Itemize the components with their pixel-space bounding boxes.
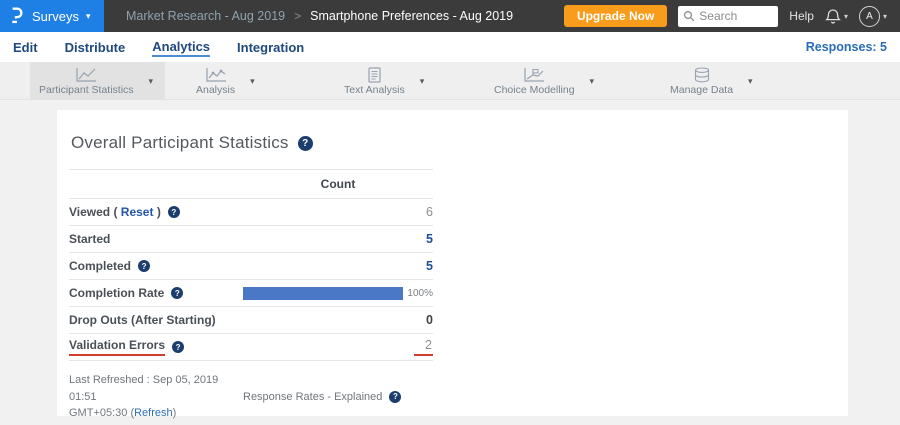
nav-item-analytics[interactable]: Analytics	[152, 38, 210, 57]
tab-label: Choice Modelling	[494, 84, 575, 96]
response-rates-label: Response Rates - Explained	[243, 389, 382, 406]
breadcrumb-parent[interactable]: Market Research - Aug 2019	[126, 9, 285, 23]
help-icon[interactable]: ?	[138, 260, 150, 272]
surveys-menu[interactable]: Surveys ▾	[0, 0, 104, 32]
search-icon	[683, 10, 695, 22]
tab-label: Participant Statistics	[39, 84, 134, 96]
search-input[interactable]	[699, 9, 771, 23]
top-bar: Surveys ▾ Market Research - Aug 2019 > S…	[0, 0, 900, 32]
card-footer: Last Refreshed : Sep 05, 2019 01:51 GMT+…	[69, 372, 836, 422]
database-icon	[692, 67, 712, 83]
row-label: Started	[69, 232, 110, 246]
table-row-drop-outs: Drop Outs (After Starting) 0	[69, 307, 433, 334]
chevron-down-icon[interactable]: ▾	[149, 76, 154, 87]
row-value: 6	[243, 205, 433, 219]
row-label: Completed	[69, 259, 131, 273]
table-row-completion-rate: Completion Rate ? 100%	[69, 280, 433, 307]
avatar: A	[859, 6, 880, 27]
tab-label: Analysis	[196, 84, 235, 96]
help-icon[interactable]: ?	[168, 206, 180, 218]
last-refreshed: Last Refreshed : Sep 05, 2019 01:51 GMT+…	[69, 372, 243, 422]
table-row-viewed: Viewed ( Reset ) ? 6	[69, 199, 433, 226]
row-label: Viewed ( Reset )	[69, 205, 161, 219]
help-icon[interactable]: ?	[171, 287, 183, 299]
participant-statistics-card: Overall Participant Statistics ? Count V…	[57, 110, 848, 416]
chevron-down-icon: ▾	[883, 12, 887, 21]
document-icon	[362, 67, 386, 83]
help-icon[interactable]: ?	[298, 136, 313, 151]
row-value-annotated: 2	[414, 338, 433, 356]
refresh-link[interactable]: Refresh	[134, 407, 173, 419]
tab-participant-statistics[interactable]: Participant Statistics ▾	[30, 62, 165, 100]
nav-item-integration[interactable]: Integration	[237, 39, 304, 55]
completion-rate-bar	[243, 287, 403, 300]
bell-icon	[825, 8, 841, 25]
chevron-down-icon: ▾	[844, 12, 848, 21]
account-menu[interactable]: A ▾	[859, 6, 887, 27]
topbar-actions: Upgrade Now Help ▾ A ▾	[564, 5, 900, 27]
brand-logo-icon	[9, 6, 25, 26]
chevron-down-icon[interactable]: ▾	[748, 76, 753, 87]
row-value: 5	[243, 259, 433, 273]
survey-nav: Edit Distribute Analytics Integration Re…	[0, 32, 900, 62]
card-title-row: Overall Participant Statistics ?	[69, 110, 836, 169]
tab-analysis[interactable]: Analysis ▾	[187, 62, 305, 100]
table-row-validation-errors: Validation Errors ? 2	[69, 334, 433, 361]
response-rates-explained: Response Rates - Explained ?	[243, 372, 401, 422]
tab-choice-modelling[interactable]: Choice Modelling ▾	[485, 62, 623, 100]
statistics-table: Count Viewed ( Reset ) ? 6 Started 5 Com…	[69, 169, 433, 361]
table-row-started: Started 5	[69, 226, 433, 253]
page-title: Overall Participant Statistics	[71, 133, 289, 153]
tab-text-analysis[interactable]: Text Analysis ▾	[335, 62, 453, 100]
table-row-completed: Completed ? 5	[69, 253, 433, 280]
row-label: Drop Outs (After Starting)	[69, 313, 216, 327]
chevron-down-icon[interactable]: ▾	[250, 76, 255, 87]
trend-chart-icon	[204, 67, 228, 83]
row-value: 0	[243, 313, 433, 327]
tab-label: Text Analysis	[344, 84, 405, 96]
tab-manage-data[interactable]: Manage Data ▾	[661, 62, 789, 100]
help-icon[interactable]: ?	[172, 341, 184, 353]
analytics-toolbar: Participant Statistics ▾ Analysis ▾ Text…	[0, 62, 900, 100]
line-chart-icon	[74, 67, 98, 83]
chevron-down-icon[interactable]: ▾	[420, 76, 425, 87]
last-refreshed-line1: Last Refreshed : Sep 05, 2019 01:51	[69, 374, 218, 403]
breadcrumb: Market Research - Aug 2019 > Smartphone …	[126, 9, 513, 23]
surveys-menu-label: Surveys	[32, 9, 79, 24]
completion-rate-bar-fill	[243, 287, 403, 300]
table-header-row: Count	[69, 170, 433, 199]
reset-link[interactable]: Reset	[121, 205, 154, 219]
row-label: Completion Rate	[69, 286, 164, 300]
search-box[interactable]	[678, 6, 778, 27]
page-background: Overall Participant Statistics ? Count V…	[0, 110, 900, 425]
breadcrumb-current[interactable]: Smartphone Preferences - Aug 2019	[310, 9, 513, 23]
help-icon[interactable]: ?	[389, 391, 401, 403]
tab-label: Manage Data	[670, 84, 733, 96]
flag-chart-icon	[522, 67, 546, 83]
chevron-down-icon[interactable]: ▾	[590, 76, 595, 87]
nav-item-distribute[interactable]: Distribute	[65, 39, 126, 55]
breadcrumb-separator: >	[294, 9, 301, 23]
notifications-button[interactable]: ▾	[825, 8, 848, 25]
upgrade-now-button[interactable]: Upgrade Now	[564, 5, 667, 27]
row-value: 5	[243, 232, 433, 246]
help-link[interactable]: Help	[789, 9, 814, 23]
responses-count[interactable]: Responses: 5	[806, 40, 887, 54]
chevron-down-icon: ▾	[86, 11, 91, 22]
completion-rate-percent: 100%	[407, 288, 433, 299]
row-label-annotated: Validation Errors	[69, 338, 165, 356]
count-column-header: Count	[243, 177, 433, 191]
nav-item-edit[interactable]: Edit	[13, 39, 38, 55]
